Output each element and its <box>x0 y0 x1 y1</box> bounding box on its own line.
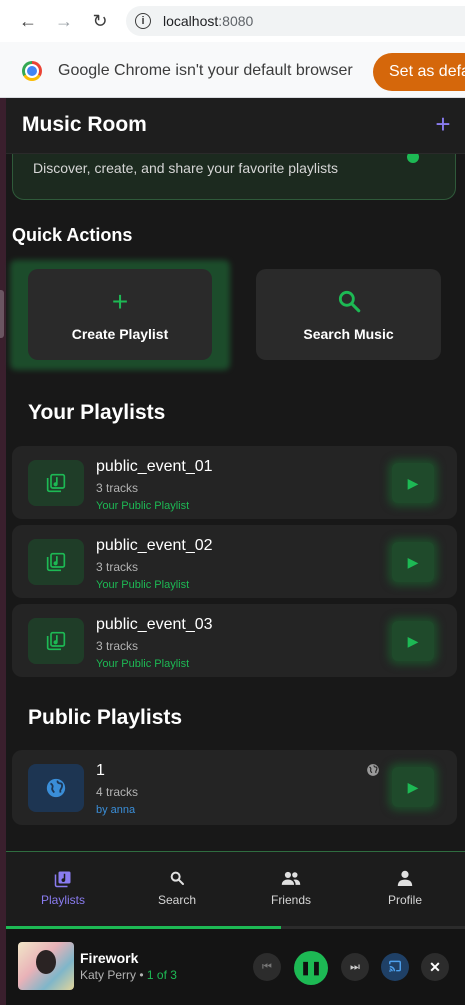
playlist-name: public_event_02 <box>96 537 213 554</box>
playlist-owner: Your Public Playlist <box>96 579 190 591</box>
create-playlist-button[interactable]: + Create Playlist <box>28 269 212 360</box>
playback-progress-fill <box>6 926 281 929</box>
pause-button[interactable]: ❚❚ <box>294 951 328 985</box>
back-icon[interactable]: ← <box>15 8 41 34</box>
queue-position: 1 of 3 <box>146 968 177 982</box>
welcome-subtitle: Discover, create, and share your favorit… <box>33 160 339 176</box>
playlist-owner: Your Public Playlist <box>96 500 190 512</box>
search-music-button[interactable]: Search Music <box>256 269 441 360</box>
playlist-name: 1 <box>96 762 105 779</box>
play-icon[interactable]: ▶ <box>392 621 434 661</box>
playlist-name: public_event_01 <box>96 458 213 475</box>
side-panel-handle[interactable] <box>0 290 4 338</box>
nav-playlists-label: Playlists <box>40 893 85 907</box>
playlist-track-count: 3 tracks <box>96 639 139 653</box>
playlist-track-count: 4 tracks <box>96 785 139 799</box>
pause-icon: ❚❚ <box>300 960 322 975</box>
nav-search-label: Search <box>157 893 197 907</box>
playlist-card[interactable]: public_event_01 3 tracks Your Public Pla… <box>12 446 457 519</box>
nav-friends[interactable]: Friends <box>241 870 341 907</box>
skip-next-icon: ⏭ <box>350 960 360 973</box>
public-globe-icon <box>366 763 380 777</box>
playlist-name: public_event_03 <box>96 616 213 633</box>
cast-button[interactable] <box>381 953 409 981</box>
nav-playlists[interactable]: Playlists <box>13 870 113 907</box>
friends-icon <box>281 870 301 888</box>
close-player-button[interactable]: ✕ <box>421 953 449 981</box>
nav-search[interactable]: Search <box>127 870 227 907</box>
set-default-button[interactable]: Set as default <box>373 53 465 91</box>
playlist-card[interactable]: public_event_03 3 tracks Your Public Pla… <box>12 604 457 677</box>
next-button[interactable]: ⏭ <box>341 953 369 981</box>
person-icon <box>397 870 413 888</box>
public-playlist-card[interactable]: 1 4 tracks by anna ▶ <box>12 750 457 825</box>
music-library-icon <box>28 460 84 506</box>
search-music-label: Search Music <box>303 325 394 342</box>
playlist-track-count: 3 tracks <box>96 560 139 574</box>
song-title: Firework <box>80 950 139 966</box>
previous-button[interactable]: ⏮ <box>253 953 281 981</box>
address-bar[interactable]: i localhost:8080 <box>126 6 465 36</box>
quick-actions-title: Quick Actions <box>12 225 133 245</box>
public-playlists-title: Public Playlists <box>28 706 183 729</box>
site-info-icon[interactable]: i <box>135 13 151 29</box>
music-library-icon <box>28 618 84 664</box>
plus-icon: + <box>111 285 129 317</box>
play-icon[interactable]: ▶ <box>392 542 434 582</box>
app-title: Music Room <box>22 113 147 136</box>
search-icon <box>169 870 185 888</box>
search-icon <box>336 288 362 316</box>
album-art[interactable] <box>18 942 74 990</box>
skip-previous-icon: ⏮ <box>262 960 272 973</box>
nav-friends-label: Friends <box>270 893 311 907</box>
add-icon[interactable]: + <box>432 111 454 137</box>
nav-profile[interactable]: Profile <box>355 870 455 907</box>
infobar-message: Google Chrome isn't your default browser <box>58 62 353 79</box>
play-icon[interactable]: ▶ <box>392 767 434 807</box>
song-artist: Katy Perry <box>80 968 137 982</box>
song-subtitle: Katy Perry • 1 of 3 <box>80 968 177 982</box>
music-library-icon <box>28 539 84 585</box>
subtitle-separator: • <box>136 968 147 982</box>
your-playlists-title: Your Playlists <box>28 401 166 424</box>
create-playlist-label: Create Playlist <box>71 325 169 342</box>
globe-icon <box>28 764 84 812</box>
playlist-track-count: 3 tracks <box>96 481 139 495</box>
forward-icon[interactable]: → <box>51 8 77 34</box>
nav-profile-label: Profile <box>387 893 422 907</box>
playlist-card[interactable]: public_event_02 3 tracks Your Public Pla… <box>12 525 457 598</box>
playlist-owner: Your Public Playlist <box>96 658 190 670</box>
url-text: localhost:8080 <box>163 13 254 29</box>
playlist-icon <box>54 870 72 888</box>
play-icon[interactable]: ▶ <box>392 463 434 503</box>
chrome-logo-icon <box>22 61 42 81</box>
cast-icon <box>388 959 402 976</box>
reload-icon[interactable]: ↻ <box>87 8 113 34</box>
playlist-owner: by anna <box>96 804 136 816</box>
close-icon: ✕ <box>429 958 441 975</box>
